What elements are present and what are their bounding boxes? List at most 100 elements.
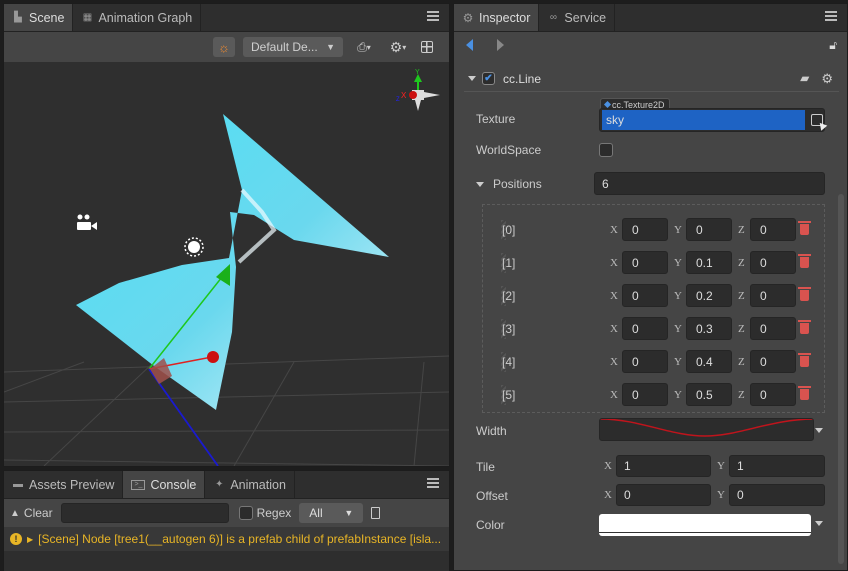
tab-label: Service (564, 10, 607, 25)
tab-console[interactable]: >_ Console (123, 471, 206, 498)
clear-button[interactable]: ▲ Clear (10, 506, 53, 520)
tab-label: Animation Graph (98, 10, 193, 25)
position-z-input[interactable]: 0 (750, 350, 796, 373)
panel-menu-button[interactable] (825, 10, 837, 22)
delete-icon[interactable] (798, 353, 811, 367)
chevron-down-icon: ▾ (402, 42, 407, 52)
position-x-input[interactable]: 0 (622, 383, 668, 406)
tab-service[interactable]: ∞ Service (539, 4, 616, 31)
component-header[interactable]: ✔ cc.Line ▰ ⚙ (464, 66, 839, 92)
color-dropdown-icon[interactable] (815, 521, 823, 526)
position-x-input[interactable]: 0 (622, 317, 668, 340)
delete-icon[interactable] (798, 386, 811, 400)
back-arrow-icon[interactable] (466, 39, 473, 51)
position-x-input[interactable]: 0 (622, 284, 668, 307)
position-z-input[interactable]: 0 (750, 317, 796, 340)
regex-label: Regex (256, 506, 292, 520)
position-y-input[interactable]: 0.1 (686, 251, 732, 274)
inspector-scrollbar[interactable] (838, 194, 844, 564)
gizmo-y-label: Y (415, 69, 420, 76)
expand-caret-icon[interactable]: ▶ (27, 535, 33, 544)
width-dropdown-icon[interactable] (815, 428, 823, 433)
tab-inspector[interactable]: ⚙ Inspector (454, 4, 540, 31)
axis-y-label: Y (674, 355, 682, 368)
worldspace-checkbox[interactable] (599, 143, 613, 157)
panel-menu-button[interactable] (427, 10, 439, 22)
tab-label: Console (150, 477, 197, 492)
position-y-input[interactable]: 0.5 (686, 383, 732, 406)
camera-gizmo-icon[interactable] (77, 214, 97, 231)
component-enabled-checkbox[interactable]: ✔ (482, 72, 495, 85)
position-z-input[interactable]: 0 (750, 251, 796, 274)
positions-list: [0] X 0 Y 0 Z 0 [1] X 0 Y 0.1 Z 0 [2] X 0 Y 0.2 Z 0 [3] X 0 Y 0.3… (482, 204, 825, 413)
regex-toggle[interactable]: Regex (238, 506, 292, 520)
position-y-input[interactable]: 0.2 (686, 284, 732, 307)
texture-field[interactable]: sky (599, 108, 825, 132)
open-log-file-icon[interactable] (371, 507, 381, 519)
gizmo-z-label: Z (396, 97, 400, 103)
positions-collapse-icon[interactable] (476, 182, 484, 187)
position-y-input[interactable]: 0.3 (686, 317, 732, 340)
positions-count-input[interactable]: 6 (594, 172, 825, 195)
log-text: [Scene] Node [tree1(__autogen 6)] is a p… (38, 532, 442, 546)
light-gizmo-icon[interactable] (184, 237, 204, 257)
position-x-input[interactable]: 0 (622, 218, 668, 241)
axis-z-label: Z (738, 289, 745, 302)
tab-assets-preview[interactable]: ▬ Assets Preview (4, 471, 124, 498)
gear-icon: ⚙ (462, 10, 474, 25)
unlock-icon[interactable]: 🔓︎ (829, 38, 837, 53)
collapse-caret-icon[interactable] (468, 76, 476, 81)
position-y-input[interactable]: 0.4 (686, 350, 732, 373)
chevron-down-icon: ▼ (344, 508, 354, 518)
panel-menu-button[interactable] (427, 477, 439, 489)
delete-icon[interactable] (798, 221, 811, 235)
offset-y-input[interactable]: 0 (729, 484, 825, 506)
forward-arrow-icon[interactable] (497, 39, 504, 51)
settings-menu-button[interactable]: ⚙ ▾ (385, 37, 411, 57)
orientation-gizmo[interactable]: Y X Z (396, 69, 440, 111)
scene-viewport[interactable]: Y X Z (4, 62, 449, 466)
tab-animation-graph[interactable]: ▦ Animation Graph (73, 4, 202, 31)
scene-toolbar: ☼ Default De... ▼ ⎙ ▾ ⚙ ▾ (4, 32, 449, 62)
position-z-input[interactable]: 0 (750, 284, 796, 307)
offset-x-input[interactable]: 0 (616, 484, 711, 506)
delete-icon[interactable] (798, 287, 811, 301)
width-curve-field[interactable] (599, 418, 814, 441)
position-x-input[interactable]: 0 (622, 251, 668, 274)
tile-y-input[interactable]: 1 (729, 455, 825, 477)
color-picker[interactable] (599, 514, 811, 536)
position-z-input[interactable]: 0 (750, 383, 796, 406)
inspector-panel: ⚙ Inspector ∞ Service 🔓︎ ✔ cc.Line ▰ ⚙ T… (453, 3, 848, 571)
axis-y-label: Y (674, 388, 682, 401)
log-level-select[interactable]: All ▼ (299, 503, 364, 523)
gizmo-x-label: X (401, 91, 407, 100)
console-search-input[interactable] (60, 503, 229, 523)
position-y-input[interactable]: 0 (686, 218, 732, 241)
axis-x-label: X (604, 489, 612, 501)
delete-icon[interactable] (798, 320, 811, 334)
light-toggle-button[interactable]: ☼ (213, 37, 235, 57)
tab-animation[interactable]: ✦ Animation (205, 471, 295, 498)
component-settings-icon[interactable]: ⚙ (821, 71, 833, 87)
layout-toggle-button[interactable] (419, 37, 435, 57)
camera-menu-button[interactable]: ⎙ ▾ (351, 37, 377, 57)
asset-picker-icon[interactable] (811, 114, 823, 126)
texture-value[interactable]: sky (602, 110, 805, 130)
position-x-input[interactable]: 0 (622, 350, 668, 373)
axis-z-label: Z (738, 322, 745, 335)
position-index: [4] (502, 354, 516, 369)
tile-x-input[interactable]: 1 (616, 455, 711, 477)
offset-label: Offset (476, 489, 508, 503)
delete-icon[interactable] (798, 254, 811, 268)
tab-label: Inspector (479, 10, 531, 25)
tab-label: Assets Preview (29, 477, 115, 492)
axis-x-label: X (604, 460, 612, 472)
line-mesh[interactable] (76, 114, 389, 410)
position-z-input[interactable]: 0 (750, 218, 796, 241)
tab-scene[interactable]: ▙ Scene (4, 4, 74, 31)
help-book-icon[interactable]: ▰ (800, 71, 809, 87)
x-axis-arrow[interactable] (207, 351, 219, 363)
regex-checkbox[interactable] (238, 506, 253, 520)
layout-select[interactable]: Default De... ▼ (243, 37, 343, 57)
log-entry[interactable]: ! ▶ [Scene] Node [tree1(__autogen 6)] is… (4, 527, 449, 551)
